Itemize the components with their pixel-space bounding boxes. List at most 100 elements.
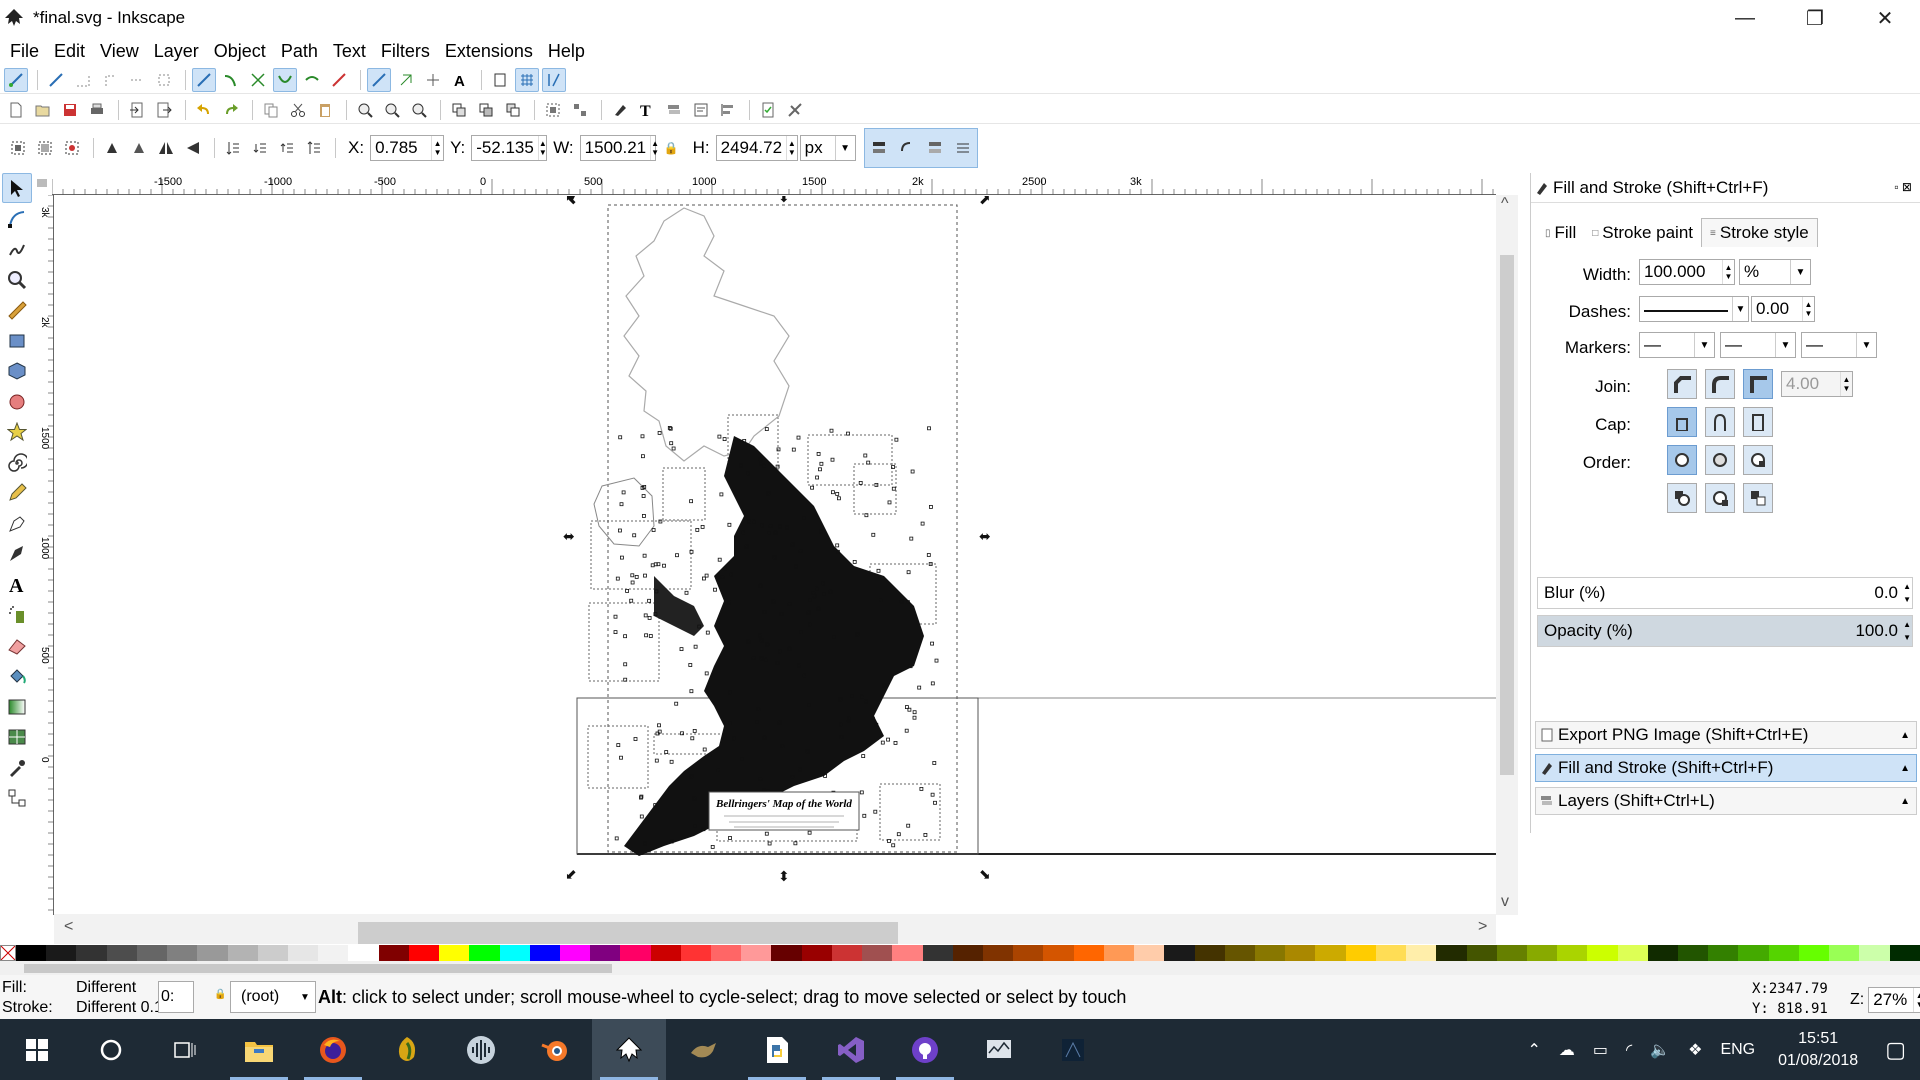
wifi-icon[interactable]: ◜ (1626, 1040, 1632, 1060)
h-value[interactable]: 2494.72 (717, 138, 786, 158)
export-icon[interactable] (152, 98, 176, 122)
miter-limit-field[interactable]: 4.00 ▲ ▼ (1781, 371, 1853, 397)
paint-bucket-tool-icon[interactable] (2, 661, 32, 691)
palette-swatch[interactable] (167, 945, 198, 961)
order-stroke-markers-fill-icon[interactable] (1705, 483, 1735, 513)
handle-sw[interactable]: ⬋ (565, 867, 577, 883)
export-png-panel[interactable]: Export PNG Image (Shift+Ctrl+E) ▲ (1535, 721, 1917, 749)
move-gradients-icon[interactable] (923, 136, 947, 160)
palette-swatch[interactable] (16, 945, 47, 961)
undo-icon[interactable] (192, 98, 216, 122)
opacity-spin-arrows[interactable]: ▲ ▼ (1903, 618, 1911, 644)
menu-path[interactable]: Path (275, 41, 324, 62)
palette-swatch[interactable] (348, 945, 379, 961)
duplicate-icon[interactable] (447, 98, 471, 122)
scale-corners-icon[interactable] (895, 136, 919, 160)
palette-swatch[interactable] (1496, 945, 1527, 961)
game-app-taskbar[interactable] (666, 1019, 740, 1080)
visual-studio-taskbar[interactable] (814, 1019, 888, 1080)
snap-line-midpoints-icon[interactable] (327, 68, 351, 92)
palette-swatch[interactable] (1164, 945, 1195, 961)
miter-limit-value[interactable]: 4.00 (1782, 374, 1840, 394)
dash-offset-arrows[interactable]: ▲ ▼ (1802, 297, 1814, 321)
align-distribute-icon[interactable] (716, 98, 740, 122)
palette-swatch[interactable] (1889, 945, 1920, 961)
select-all-icon[interactable] (6, 136, 30, 160)
tab-fill[interactable]: ▯ Fill (1537, 219, 1584, 247)
palette-swatch[interactable] (1466, 945, 1497, 961)
lower-to-bottom-icon[interactable] (221, 136, 245, 160)
palette-swatch[interactable] (771, 945, 802, 961)
palette-swatch[interactable] (257, 945, 288, 961)
layers-icon[interactable] (662, 98, 686, 122)
snap-paths-icon[interactable] (219, 68, 243, 92)
move-patterns-icon[interactable] (951, 136, 975, 160)
scroll-up-icon[interactable]: ^ (1501, 195, 1509, 213)
onedrive-cloud-icon[interactable]: ☁ (1559, 1040, 1575, 1060)
menu-help[interactable]: Help (542, 41, 591, 62)
spiral-tool-icon[interactable] (2, 448, 32, 478)
zoom-drawing-icon[interactable] (380, 98, 404, 122)
snap-rotation-center-icon[interactable] (421, 68, 445, 92)
zoom-value[interactable]: 27% (1869, 990, 1913, 1010)
y-field[interactable]: -52.135 ▲ ▼ (471, 135, 548, 161)
snap-smooth-nodes-icon[interactable] (300, 68, 324, 92)
pencil-tool-icon[interactable] (2, 478, 32, 508)
no-paint-swatch[interactable] (0, 945, 16, 961)
rotate-ccw-icon[interactable] (100, 136, 124, 160)
cap-round-icon[interactable] (1705, 407, 1735, 437)
eraser-tool-icon[interactable] (2, 631, 32, 661)
vertical-scrollbar[interactable]: ^ v (1496, 195, 1518, 915)
x-field[interactable]: 0.785 ▲ ▼ (370, 135, 445, 161)
palette-swatch[interactable] (741, 945, 772, 961)
palette-swatch[interactable] (1829, 945, 1860, 961)
save-icon[interactable] (58, 98, 82, 122)
selector-tool-icon[interactable] (2, 173, 32, 203)
order-fill-markers-stroke-icon[interactable] (1743, 445, 1773, 475)
w-value[interactable]: 1500.21 (581, 138, 650, 158)
palette-swatch[interactable] (1013, 945, 1044, 961)
snap-cusp-nodes-icon[interactable] (273, 67, 297, 92)
handle-ne[interactable]: ⬈ (979, 196, 991, 208)
palette-swatch[interactable] (801, 945, 832, 961)
chevron-down-icon[interactable]: ▼ (834, 136, 855, 160)
palette-swatch[interactable] (227, 945, 258, 961)
3d-box-tool-icon[interactable] (2, 356, 32, 386)
snap-nodes-icon[interactable] (192, 67, 216, 92)
panel-caret-icon[interactable]: ▲ (1900, 796, 1910, 807)
palette-swatch[interactable] (922, 945, 953, 961)
palette-swatch[interactable] (529, 945, 560, 961)
text-font-icon[interactable]: T (635, 98, 659, 122)
snap-object-midpoint-icon[interactable] (394, 68, 418, 92)
dropbox-icon[interactable]: ❖ (1688, 1040, 1702, 1060)
zoom-page-icon[interactable] (407, 98, 431, 122)
start-marker-select[interactable]: — ▼ (1639, 332, 1715, 358)
task-view-button[interactable] (148, 1019, 222, 1080)
palette-swatch[interactable] (1738, 945, 1769, 961)
blur-slider[interactable]: Blur (%) 0.0 ▲ ▼ (1537, 577, 1913, 609)
palette-swatch[interactable] (1406, 945, 1437, 961)
join-miter-icon[interactable] (1743, 369, 1773, 399)
menu-edit[interactable]: Edit (48, 41, 91, 62)
menu-layer[interactable]: Layer (148, 41, 205, 62)
node-tool-icon[interactable] (2, 204, 32, 234)
menu-object[interactable]: Object (208, 41, 272, 62)
tweak-tool-icon[interactable] (2, 234, 32, 264)
raise-icon[interactable] (275, 136, 299, 160)
blender-taskbar[interactable] (518, 1019, 592, 1080)
snap-bbox-icon[interactable] (44, 68, 68, 92)
palette-swatch[interactable] (1647, 945, 1679, 961)
dash-offset-field[interactable]: 0.00 ▲ ▼ (1751, 296, 1815, 322)
cap-butt-icon[interactable] (1667, 407, 1697, 437)
inkscape-taskbar[interactable] (592, 1019, 666, 1080)
drawing-canvas[interactable]: Bellringers' Map of the World ⬉ ⬍ ⬈ ⬌ ⬌ … (54, 196, 1496, 914)
unit-select[interactable]: px ▼ (799, 135, 856, 161)
rectangle-tool-icon[interactable] (2, 326, 32, 356)
text-tool-icon[interactable]: A (2, 570, 32, 600)
palette-swatch[interactable] (650, 945, 681, 961)
palette-swatch[interactable] (1526, 945, 1558, 961)
palette-swatch[interactable] (1285, 945, 1316, 961)
palette-swatch[interactable] (287, 945, 319, 961)
palette-swatch[interactable] (1134, 945, 1165, 961)
palette-swatch[interactable] (1859, 945, 1890, 961)
